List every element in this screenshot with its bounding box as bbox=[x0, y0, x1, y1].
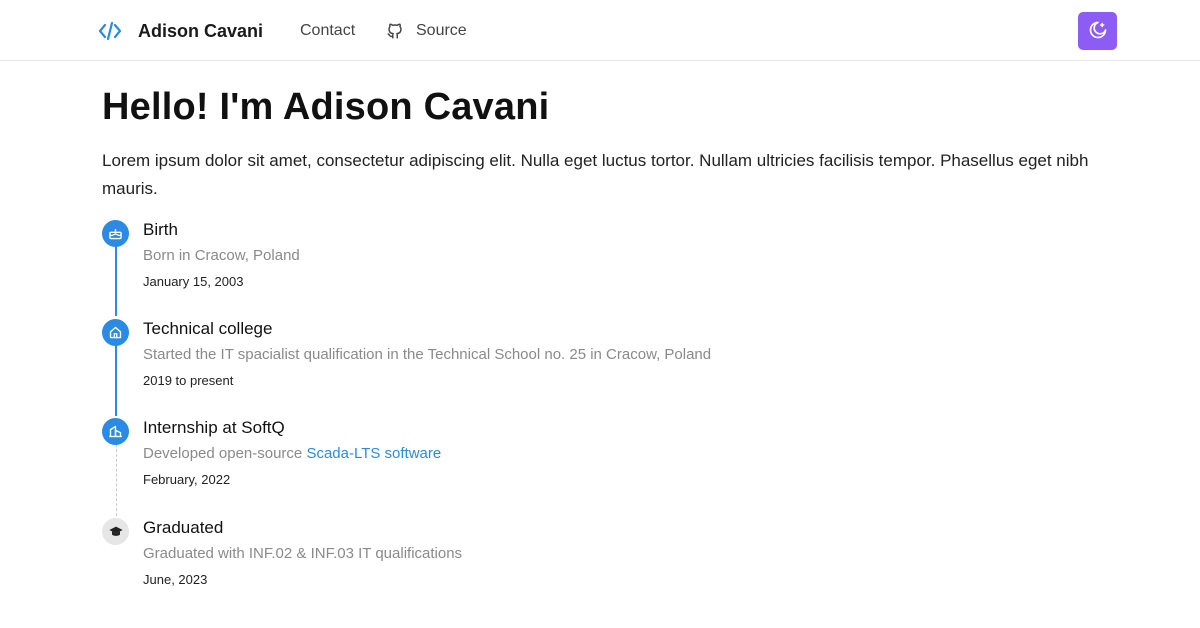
timeline-connector-dotted bbox=[116, 444, 117, 516]
nav-source-link[interactable]: Source bbox=[386, 20, 467, 42]
nav-source-label: Source bbox=[416, 22, 467, 39]
timeline-item-date: 2019 to present bbox=[143, 373, 234, 388]
moon-icon bbox=[1088, 20, 1108, 43]
intro-text: Lorem ipsum dolor sit amet, consectetur … bbox=[102, 151, 1089, 198]
timeline-item-title: Graduated bbox=[143, 518, 224, 537]
timeline-item-title: Internship at SoftQ bbox=[143, 418, 285, 437]
timeline-item-description: Developed open-source Scada-LTS software bbox=[143, 444, 441, 464]
timeline-item-date: February, 2022 bbox=[143, 472, 231, 487]
scada-lts-link[interactable]: Scada-LTS software bbox=[306, 445, 441, 462]
timeline-connector bbox=[115, 245, 117, 316]
timeline-item-description-text: Developed open-source bbox=[143, 445, 303, 462]
timeline-item-description: Started the IT spacialist qualification … bbox=[143, 346, 712, 363]
school-icon bbox=[102, 319, 129, 346]
timeline-item-title: Technical college bbox=[143, 319, 273, 338]
timeline: Birth Born in Cracow, Poland January 15,… bbox=[102, 218, 1002, 598]
graduation-cap-icon bbox=[102, 518, 129, 545]
timeline-item-description: Graduated with INF.02 & INF.03 IT qualif… bbox=[143, 545, 463, 562]
theme-toggle-button[interactable] bbox=[1078, 12, 1117, 50]
building-icon bbox=[102, 418, 129, 445]
timeline-item-description: Born in Cracow, Poland bbox=[143, 247, 300, 264]
brand-name: Adison Cavani bbox=[138, 21, 264, 41]
page-title: Hello! I'm Adison Cavani bbox=[102, 86, 550, 128]
nav-contact-link[interactable]: Contact bbox=[300, 20, 355, 42]
code-icon bbox=[98, 21, 122, 41]
timeline-item-title: Birth bbox=[143, 220, 178, 239]
timeline-item-date: January 15, 2003 bbox=[143, 274, 244, 289]
github-icon bbox=[386, 22, 404, 40]
timeline-connector bbox=[115, 344, 117, 416]
cake-icon bbox=[102, 220, 129, 247]
brand-link[interactable]: Adison Cavani bbox=[98, 18, 263, 44]
navbar: Adison Cavani Contact Source bbox=[0, 0, 1200, 61]
timeline-item-date: June, 2023 bbox=[143, 572, 208, 587]
